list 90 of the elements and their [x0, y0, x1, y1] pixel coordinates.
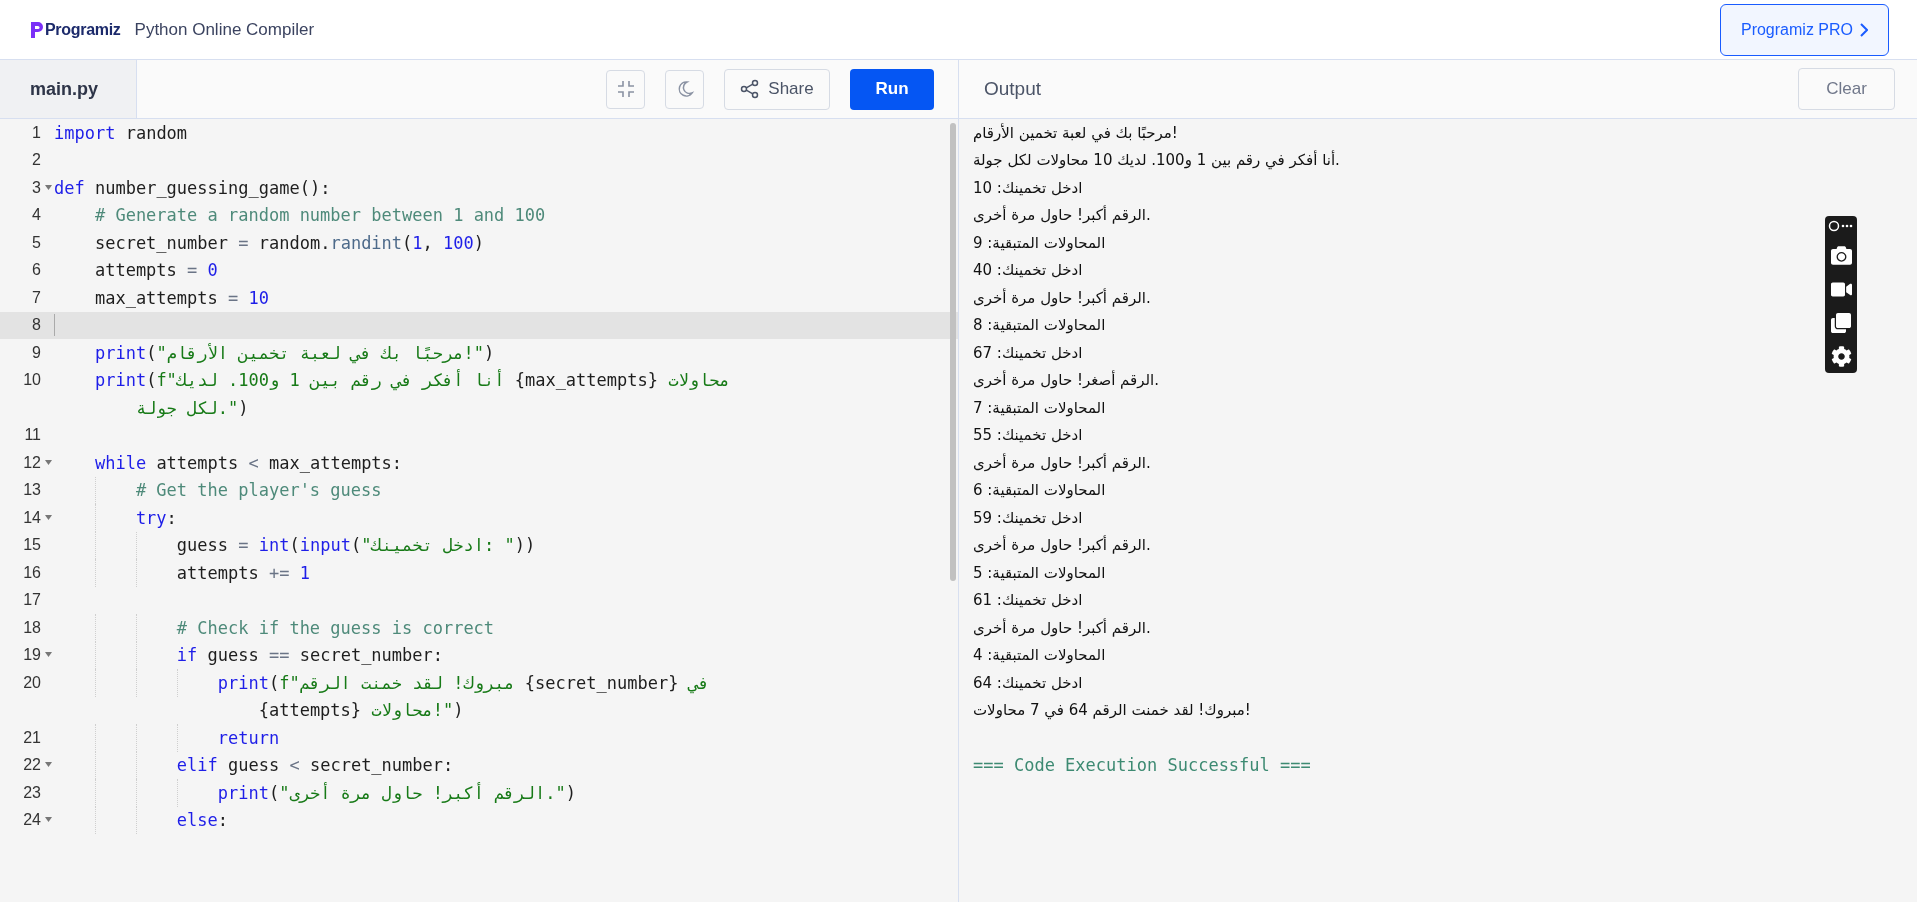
code-line: secret_number = random.randint(1, 100) [94, 232, 485, 253]
theme-button[interactable] [665, 69, 704, 109]
output-line: ادخل تخمينك: 59 [973, 508, 1083, 527]
line-number: 7 [32, 288, 41, 307]
output-line: مرحبًا بك في لعبة تخمين الأرقام! [973, 123, 1178, 142]
output-line: ادخل تخمينك: 61 [973, 591, 1083, 610]
output-line: الرقم أكبر! حاول مرة أخرى. [973, 536, 1151, 555]
line-number: 24 [23, 811, 41, 830]
run-button[interactable]: Run [850, 68, 934, 110]
line-number: 1 [32, 123, 41, 142]
clear-button[interactable]: Clear [1798, 68, 1895, 110]
text-cursor [54, 314, 55, 337]
brand-name: Programiz [45, 20, 121, 39]
fold-caret-icon[interactable] [45, 184, 52, 190]
line-number: 8 [32, 316, 41, 335]
code-line: elif guess < secret_number: [176, 755, 454, 776]
line-number: 3 [32, 178, 41, 197]
line-number: 9 [32, 343, 41, 362]
output-line: الرقم أكبر! حاول مرة أخرى. [973, 288, 1151, 307]
fold-caret-icon[interactable] [45, 817, 52, 823]
fold-caret-icon[interactable] [45, 762, 52, 768]
output-line: المحاولات المتبقية: 5 [973, 563, 1106, 582]
code-line: attempts = 0 [94, 260, 218, 281]
share-button[interactable]: Share [724, 68, 830, 110]
output-line: أنا أفكر في رقم بين 1 و100. لديك 10 محاولات لكل جولة. [973, 151, 1340, 170]
line-number: 21 [23, 728, 41, 747]
line-number: 6 [32, 261, 41, 280]
output-title: Output [984, 78, 1042, 100]
line-number: 19 [23, 646, 41, 665]
code-line: return [217, 727, 280, 748]
logo-icon [30, 20, 44, 39]
output-line: ادخل تخمينك: 64 [973, 673, 1083, 692]
output-line: مبروك! لقد خمنت الرقم 64 في 7 محاولات! [973, 701, 1251, 720]
output-line: ادخل تخمينك: 40 [973, 261, 1083, 280]
line-number: 5 [32, 233, 41, 252]
line-number: 18 [23, 618, 41, 637]
code-line: # Generate a random number between 1 and 100 [94, 205, 546, 226]
code-line: max_attempts = 10 [94, 287, 269, 308]
collapse-icon [615, 79, 636, 99]
line-number: 12 [23, 453, 41, 472]
share-icon [740, 79, 761, 99]
line-number: 11 [24, 426, 41, 445]
scrollbar[interactable] [950, 123, 956, 581]
code-line: # Check if the guess is correct [176, 617, 495, 638]
code-line: import random [54, 122, 188, 143]
chevron-right-icon [1859, 22, 1868, 37]
settings-icon[interactable] [1830, 346, 1852, 367]
status-message: === Code Execution Successful === [973, 755, 1311, 776]
fold-caret-icon[interactable] [45, 514, 52, 520]
code-line: while attempts < max_attempts: [94, 452, 403, 473]
output-line: المحاولات المتبقية: 7 [973, 398, 1106, 417]
collapse-button[interactable] [606, 69, 645, 109]
line-number: 4 [32, 206, 41, 225]
line-number: 10 [23, 371, 41, 390]
line-number: 16 [23, 563, 41, 582]
code-line: if guess == secret_number: [176, 645, 444, 666]
code-line: لكل جولة.") [134, 397, 249, 418]
line-number: 14 [23, 508, 41, 527]
code-line: def number_guessing_game(): [54, 177, 331, 198]
output-line: ادخل تخمينك: 67 [973, 343, 1083, 362]
output-line: ادخل تخمينك: 10 [973, 178, 1083, 197]
code-line: else: [176, 810, 228, 831]
fold-caret-icon[interactable] [45, 652, 52, 658]
output-line: الرقم أكبر! حاول مرة أخرى. [973, 453, 1151, 472]
output-line: الرقم أكبر! حاول مرة أخرى. [973, 618, 1151, 637]
line-number: 13 [23, 481, 41, 500]
more-icon[interactable] [1828, 220, 1854, 232]
code-line: attempts += 1 [176, 562, 310, 583]
output-line: الرقم أصغر! حاول مرة أخرى. [973, 371, 1160, 390]
file-tab[interactable]: main.py [0, 60, 137, 118]
line-number: 23 [23, 783, 41, 802]
camera-icon[interactable] [1830, 245, 1852, 266]
output-line: المحاولات المتبقية: 6 [973, 481, 1106, 500]
output-line: المحاولات المتبقية: 8 [973, 316, 1106, 335]
line-number: 15 [23, 536, 41, 555]
page-title: Python Online Compiler [134, 19, 315, 40]
output-line: ادخل تخمينك: 55 [973, 426, 1083, 445]
line-number: 20 [23, 673, 41, 692]
code-line: # Get the player's guess [135, 480, 382, 501]
pro-button[interactable]: Programiz PRO [1719, 3, 1889, 56]
code-line: try: [135, 507, 177, 528]
line-number: 17 [23, 591, 41, 610]
output-line: المحاولات المتبقية: 4 [973, 646, 1106, 665]
output-line: الرقم أكبر! حاول مرة أخرى. [973, 206, 1151, 225]
line-number: 2 [32, 151, 41, 170]
output-line: المحاولات المتبقية: 9 [973, 233, 1106, 252]
line-number: 22 [23, 756, 41, 775]
fold-caret-icon[interactable] [45, 459, 52, 465]
code-editor[interactable] [0, 119, 959, 902]
windows-icon[interactable] [1831, 313, 1851, 333]
